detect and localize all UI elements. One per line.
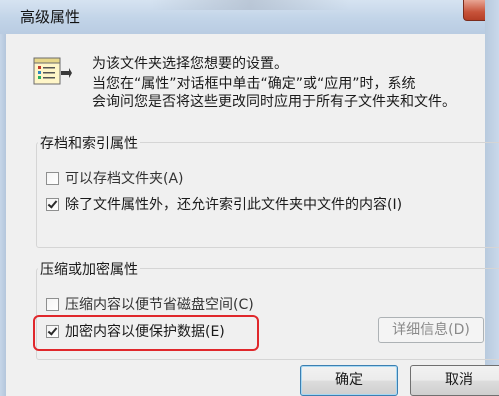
compress-content-option[interactable]: 压缩内容以便节省磁盘空间(C): [46, 294, 254, 314]
compress-content-label: 压缩内容以便节省磁盘空间(C): [65, 297, 254, 313]
background-window-ghost: [150, 0, 350, 10]
cancel-button[interactable]: 取消: [410, 365, 499, 396]
intro-text-line-3: 会询问您是否将这些更改同时应用于所有子文件夹和文件。: [92, 94, 456, 110]
index-content-option[interactable]: 除了文件属性外，还允许索引此文件夹中文件的内容(I): [46, 194, 402, 214]
intro-text-line-1: 为该文件夹选择您想要的设置。: [92, 56, 288, 72]
details-button[interactable]: 详细信息(D): [378, 317, 484, 343]
archive-index-group-label: 存档和索引属性: [38, 133, 140, 153]
compress-content-checkbox[interactable]: [46, 297, 59, 311]
index-content-label: 除了文件属性外，还允许索引此文件夹中文件的内容(I): [65, 197, 403, 213]
archive-folder-option[interactable]: 可以存档文件夹(A): [46, 168, 184, 188]
archive-folder-label: 可以存档文件夹(A): [65, 171, 184, 187]
folder-properties-icon: [33, 57, 72, 85]
archive-folder-checkbox[interactable]: [46, 171, 59, 185]
ok-button[interactable]: 确定: [300, 365, 398, 396]
intro-text-line-2: 当您在“属性”对话框中单击“确定”或“应用”时，系统: [92, 76, 416, 92]
index-content-checkbox[interactable]: [46, 197, 59, 211]
title-bar[interactable]: 高级属性: [0, 0, 499, 34]
encrypt-option-highlight: [33, 315, 259, 351]
compress-encrypt-group-label: 压缩或加密属性: [38, 259, 140, 279]
window-title: 高级属性: [20, 8, 81, 26]
